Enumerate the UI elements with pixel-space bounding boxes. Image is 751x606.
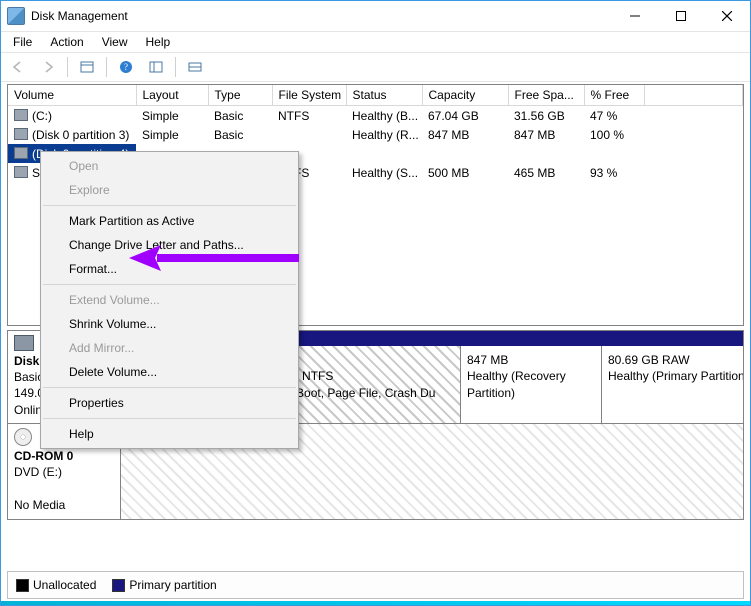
table-row[interactable]: (C:)SimpleBasicNTFSHealthy (B...67.04 GB…	[8, 106, 743, 126]
volume-context-menu: Open Explore Mark Partition as Active Ch…	[40, 151, 299, 449]
legend-unallocated: Unallocated	[16, 578, 96, 592]
cell: 80.69 GB	[508, 144, 584, 163]
cell	[272, 125, 346, 144]
cell: Basic	[208, 125, 272, 144]
ctx-extend-volume: Extend Volume...	[41, 288, 298, 312]
cell	[644, 163, 743, 182]
volume-icon	[14, 147, 28, 159]
cell: Healthy (R...	[346, 125, 422, 144]
ctx-explore: Explore	[41, 178, 298, 202]
cell: 67.04 GB	[422, 106, 508, 126]
cell: (C:)	[8, 106, 136, 126]
volume-icon	[14, 166, 28, 178]
cell: Healthy (S...	[346, 163, 422, 182]
app-icon	[7, 7, 25, 25]
ctx-help[interactable]: Help	[41, 422, 298, 446]
ctx-delete-volume[interactable]: Delete Volume...	[41, 360, 298, 384]
cell: Healthy (B...	[346, 106, 422, 126]
cdrom-status: No Media	[14, 497, 114, 513]
cell: 847 MB	[422, 125, 508, 144]
cell	[644, 106, 743, 126]
ctx-add-mirror: Add Mirror...	[41, 336, 298, 360]
toolbar-layout-icon[interactable]	[182, 55, 208, 79]
toolbar-view-icon[interactable]	[74, 55, 100, 79]
ctx-shrink-volume[interactable]: Shrink Volume...	[41, 312, 298, 336]
cell: 100 %	[584, 125, 644, 144]
cell: 100 %	[584, 144, 644, 163]
cell: Healthy (P...	[346, 144, 422, 163]
cdrom-sub: DVD (E:)	[14, 464, 114, 480]
disk-management-window: Disk Management File Action View Help ?	[0, 0, 751, 606]
svg-text:?: ?	[124, 62, 128, 72]
ctx-properties[interactable]: Properties	[41, 391, 298, 415]
col-filesystem[interactable]: File System	[272, 85, 346, 106]
cell: NTFS	[272, 106, 346, 126]
cell: 500 MB	[422, 163, 508, 182]
cell: Simple	[136, 106, 208, 126]
cell: 80.69 GB	[422, 144, 508, 163]
close-button[interactable]	[704, 1, 750, 31]
partition-block[interactable]: 80.69 GB RAWHealthy (Primary Partition)	[602, 346, 744, 423]
menu-view[interactable]: View	[94, 33, 136, 51]
column-header-row[interactable]: Volume Layout Type File System Status Ca…	[8, 85, 743, 106]
cell: Simple	[136, 125, 208, 144]
nav-forward-button	[35, 55, 61, 79]
toolbar-help-icon[interactable]: ?	[113, 55, 139, 79]
cell: (Disk 0 partition 3)	[8, 125, 136, 144]
minimize-button[interactable]	[612, 1, 658, 31]
title-bar: Disk Management	[1, 1, 750, 32]
ctx-format[interactable]: Format...	[41, 257, 298, 281]
menu-help[interactable]: Help	[138, 33, 179, 51]
accent-bottom-bar	[1, 601, 750, 605]
ctx-open: Open	[41, 154, 298, 178]
maximize-button[interactable]	[658, 1, 704, 31]
ctx-change-drive-letter[interactable]: Change Drive Letter and Paths...	[41, 233, 298, 257]
menu-file[interactable]: File	[5, 33, 40, 51]
disk-icon	[14, 335, 34, 351]
cell	[644, 125, 743, 144]
cell: 47 %	[584, 106, 644, 126]
col-volume[interactable]: Volume	[8, 85, 136, 106]
nav-back-button	[5, 55, 31, 79]
cell: 31.56 GB	[508, 106, 584, 126]
col-pctfree[interactable]: % Free	[584, 85, 644, 106]
toolbar: ?	[1, 52, 750, 82]
cell: 93 %	[584, 163, 644, 182]
menu-action[interactable]: Action	[42, 33, 91, 51]
menu-bar: File Action View Help	[1, 32, 750, 52]
partition-block[interactable]: 847 MBHealthy (Recovery Partition)	[461, 346, 602, 423]
cell	[644, 144, 743, 163]
col-layout[interactable]: Layout	[136, 85, 208, 106]
col-capacity[interactable]: Capacity	[422, 85, 508, 106]
cdrom-name: CD-ROM 0	[14, 448, 114, 464]
volume-icon	[14, 128, 28, 140]
col-status[interactable]: Status	[346, 85, 422, 106]
toolbar-settings-icon[interactable]	[143, 55, 169, 79]
cdrom-icon	[14, 428, 32, 446]
col-freespace[interactable]: Free Spa...	[508, 85, 584, 106]
legend-primary: Primary partition	[112, 578, 216, 592]
cell: Basic	[208, 106, 272, 126]
col-type[interactable]: Type	[208, 85, 272, 106]
table-row[interactable]: (Disk 0 partition 3)SimpleBasic Healthy (…	[8, 125, 743, 144]
volume-icon	[14, 109, 28, 121]
legend-bar: Unallocated Primary partition	[7, 571, 744, 599]
ctx-mark-active[interactable]: Mark Partition as Active	[41, 209, 298, 233]
cell: 847 MB	[508, 125, 584, 144]
window-title: Disk Management	[31, 9, 128, 23]
cell: 465 MB	[508, 163, 584, 182]
